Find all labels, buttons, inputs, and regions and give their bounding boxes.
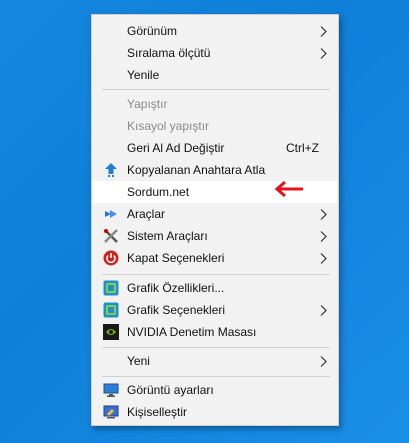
menu-separator	[102, 274, 330, 275]
menu-item-label: Kapat Seçenekleri	[127, 251, 225, 265]
menu-separator	[102, 347, 330, 348]
menu-item-label: Yeni	[127, 354, 150, 368]
menu-item-label: Geri Al Ad Değiştir	[127, 141, 225, 155]
menu-item-label: Görünüm	[127, 24, 178, 38]
crossed-tools-icon	[103, 228, 119, 244]
monitor-icon	[103, 382, 119, 398]
chevron-right-icon	[320, 356, 327, 367]
chevron-right-icon	[320, 48, 327, 59]
menu-item-yeni[interactable]: Yeni	[93, 350, 337, 372]
chevron-right-icon	[320, 253, 327, 264]
personalize-icon	[103, 404, 119, 420]
menu-item-yapistir[interactable]: Yapıştır	[93, 93, 337, 115]
chevron-right-icon	[320, 305, 327, 316]
menu-item-grafik-ozellikleri[interactable]: Grafik Özellikleri...	[93, 277, 337, 299]
menu-item-geri-al[interactable]: Geri Al Ad Değiştir Ctrl+Z	[93, 137, 337, 159]
menu-item-nvidia[interactable]: NVIDIA Denetim Masası	[93, 321, 337, 343]
menu-item-sistem-araclari[interactable]: Sistem Araçları	[93, 225, 337, 247]
menu-item-siralama[interactable]: Sıralama ölçütü	[93, 42, 337, 64]
menu-item-label: Grafik Özellikleri...	[127, 281, 225, 295]
red-arrow-annotation-icon	[274, 180, 305, 198]
power-icon	[103, 250, 119, 266]
menu-item-kisayol-yapistir[interactable]: Kısayol yapıştır	[93, 115, 337, 137]
menu-item-label: Kopyalanan Anahtara Atla	[127, 163, 266, 177]
menu-item-label: Yenile	[127, 68, 160, 82]
menu-item-araclar[interactable]: Araçlar	[93, 203, 337, 225]
menu-item-label: Kısayol yapıştır	[127, 119, 210, 133]
chevron-right-icon	[320, 209, 327, 220]
menu-item-label: Grafik Seçenekleri	[127, 303, 226, 317]
shortcut-text: Ctrl+Z	[286, 141, 319, 155]
menu-item-label: Yapıştır	[127, 97, 168, 111]
chevron-right-icon	[320, 26, 327, 37]
menu-item-gorunum[interactable]: Görünüm	[93, 20, 337, 42]
menu-item-goruntu-ayarlari[interactable]: Görüntü ayarları	[93, 379, 337, 401]
menu-item-kisisellestir[interactable]: Kişiselleştir	[93, 401, 337, 423]
menu-item-grafik-secenekleri[interactable]: Grafik Seçenekleri	[93, 299, 337, 321]
nvidia-icon	[103, 324, 119, 340]
menu-item-label: Sistem Araçları	[127, 229, 208, 243]
menu-item-label: NVIDIA Denetim Masası	[127, 325, 257, 339]
menu-separator	[102, 376, 330, 377]
desktop-context-menu: Görünüm Sıralama ölçütü Yenile Yapıştır …	[91, 14, 339, 426]
menu-item-label: Araçlar	[127, 207, 166, 221]
menu-item-kopyalanan-anahtara-atla[interactable]: Kopyalanan Anahtara Atla	[93, 159, 337, 181]
menu-item-label: Sıralama ölçütü	[127, 46, 211, 60]
menu-separator	[102, 89, 330, 90]
menu-item-kapat-secenekleri[interactable]: Kapat Seçenekleri	[93, 247, 337, 269]
intel-graphics-icon	[103, 280, 119, 296]
menu-item-label: Görüntü ayarları	[127, 383, 214, 397]
intel-graphics-icon	[103, 302, 119, 318]
menu-item-label: Kişiselleştir	[127, 405, 188, 419]
menu-item-label: Sordum.net	[127, 185, 190, 199]
chevron-right-icon	[320, 231, 327, 242]
menu-item-yenile[interactable]: Yenile	[93, 64, 337, 86]
tools-arrow-icon	[103, 206, 119, 222]
arrow-up-registry-icon	[103, 162, 119, 178]
